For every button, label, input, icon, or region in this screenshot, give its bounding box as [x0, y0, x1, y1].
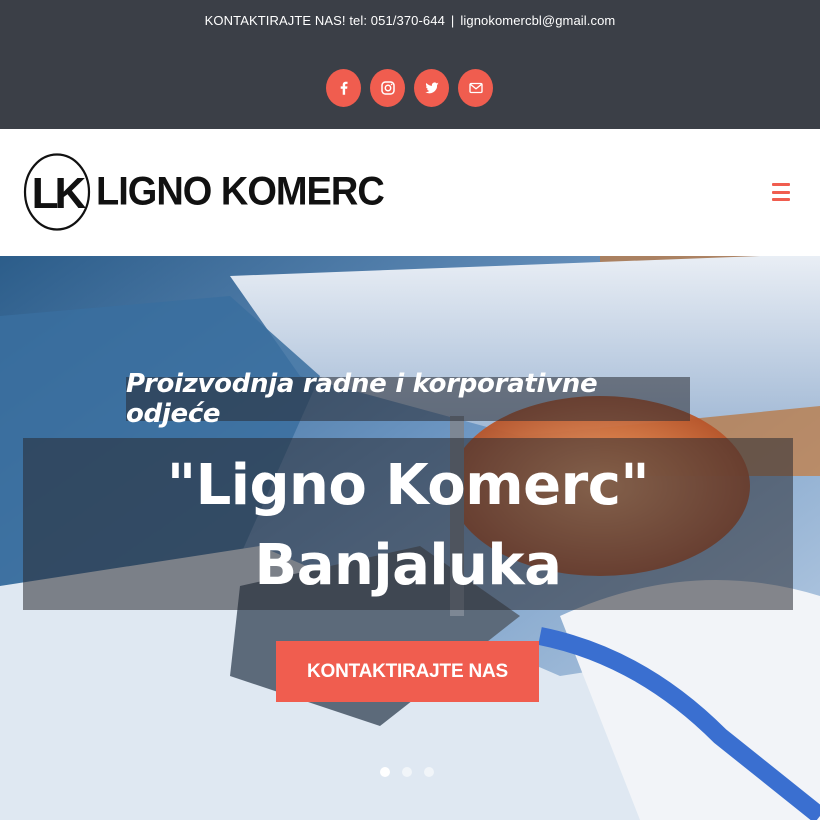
logo-mark: LK — [23, 153, 91, 231]
logo-text: LIGNO KOMERC — [96, 169, 385, 215]
hero-title-line2: Banjaluka — [254, 533, 562, 598]
contact-line: KONTAKTIRAJTE NAS! tel: 051/370-644 | lign… — [0, 13, 820, 28]
hero-slider: Proizvodnja radne i korporativne odjeće … — [0, 256, 820, 820]
twitter-icon[interactable] — [414, 69, 449, 107]
svg-text:LK: LK — [32, 169, 87, 218]
tagline-box: Proizvodnja radne i korporativne odjeće — [126, 369, 690, 429]
top-bar: KONTAKTIRAJTE NAS! tel: 051/370-644 | lign… — [0, 0, 820, 129]
instagram-icon[interactable] — [370, 69, 405, 107]
contact-phone-text: KONTAKTIRAJTE NAS! tel: 051/370-644 — [204, 13, 445, 28]
mail-icon[interactable] — [458, 69, 493, 107]
hamburger-menu-icon[interactable] — [772, 183, 790, 201]
contact-button[interactable]: KONTAKTIRAJTE NAS — [276, 641, 539, 702]
hero-title-line1: "Ligno Komerc" — [166, 453, 650, 518]
slider-dot-2[interactable] — [402, 767, 412, 777]
hero-title: "Ligno Komerc" Banjaluka — [23, 438, 793, 606]
slider-dot-1[interactable] — [380, 767, 390, 777]
separator: | — [450, 13, 455, 28]
social-links — [326, 69, 493, 107]
slider-dots — [380, 767, 434, 777]
site-logo[interactable]: LK LIGNO KOMERC — [23, 153, 385, 232]
contact-email-link[interactable]: lignokomercbl@gmail.com — [460, 13, 615, 28]
site-header: LK LIGNO KOMERC — [0, 129, 820, 256]
hero-tagline: Proizvodnja radne i korporativne odjeće — [126, 369, 598, 429]
slider-dot-3[interactable] — [424, 767, 434, 777]
hero-title-box: "Ligno Komerc" Banjaluka — [23, 438, 793, 610]
facebook-icon[interactable] — [326, 69, 361, 107]
